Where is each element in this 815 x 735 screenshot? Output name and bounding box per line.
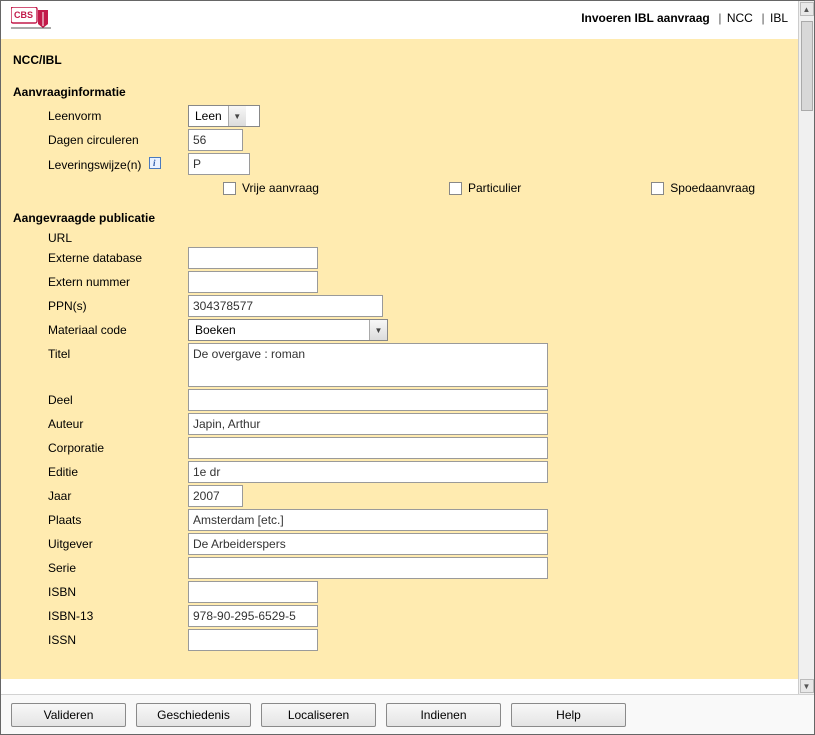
label-deel: Deel — [13, 393, 188, 407]
leveringswijze-input[interactable] — [188, 153, 250, 175]
jaar-input[interactable] — [188, 485, 243, 507]
dagen-circuleren-input[interactable] — [188, 129, 243, 151]
checkbox-box — [651, 182, 664, 195]
uitgever-input[interactable] — [188, 533, 548, 555]
label-corporatie: Corporatie — [13, 441, 188, 455]
label-materiaal-code: Materiaal code — [13, 323, 188, 337]
issn-input[interactable] — [188, 629, 318, 651]
label-ppns: PPN(s) — [13, 299, 188, 313]
label-jaar: Jaar — [13, 489, 188, 503]
corporatie-input[interactable] — [188, 437, 548, 459]
valideren-button[interactable]: Valideren — [11, 703, 126, 727]
breadcrumb-active: Invoeren IBL aanvraag — [581, 11, 710, 25]
section-publicatie-title: Aangevraagde publicatie — [13, 211, 786, 225]
label-leenvorm: Leenvorm — [13, 109, 188, 123]
cbs-logo-icon: CBS — [11, 7, 51, 29]
checkbox-box — [449, 182, 462, 195]
label-leveringswijze: Leveringswijze(n) i — [13, 157, 188, 172]
checkbox-box — [223, 182, 236, 195]
materiaal-code-select[interactable]: Boeken ▼ — [188, 319, 388, 341]
app-window: CBS Invoeren IBL aanvraag | NCC | IBL NC — [0, 0, 815, 735]
label-plaats: Plaats — [13, 513, 188, 527]
leenvorm-select[interactable]: Leen ▼ — [188, 105, 260, 127]
indienen-button[interactable]: Indienen — [386, 703, 501, 727]
isbn13-input[interactable] — [188, 605, 318, 627]
panel-title: NCC/IBL — [13, 53, 786, 67]
breadcrumb-link-ibl[interactable]: IBL — [770, 11, 788, 25]
geschiedenis-button[interactable]: Geschiedenis — [136, 703, 251, 727]
label-uitgever: Uitgever — [13, 537, 188, 551]
breadcrumb: Invoeren IBL aanvraag | NCC | IBL — [581, 7, 788, 25]
checkbox-vrije-aanvraag[interactable]: Vrije aanvraag — [223, 181, 319, 195]
titel-textarea[interactable] — [188, 343, 548, 387]
label-titel: Titel — [13, 343, 188, 361]
extern-nummer-input[interactable] — [188, 271, 318, 293]
label-dagen-circuleren: Dagen circuleren — [13, 133, 188, 147]
chevron-down-icon: ▼ — [228, 106, 246, 126]
scroll-thumb[interactable] — [801, 21, 813, 111]
help-button[interactable]: Help — [511, 703, 626, 727]
label-auteur: Auteur — [13, 417, 188, 431]
localiseren-button[interactable]: Localiseren — [261, 703, 376, 727]
auteur-input[interactable] — [188, 413, 548, 435]
scroll-down-arrow-icon[interactable]: ▼ — [800, 679, 814, 693]
label-extern-nummer: Extern nummer — [13, 275, 188, 289]
scroll-up-arrow-icon[interactable]: ▲ — [800, 2, 814, 16]
externe-database-input[interactable] — [188, 247, 318, 269]
isbn-input[interactable] — [188, 581, 318, 603]
label-url: URL — [13, 231, 188, 245]
plaats-input[interactable] — [188, 509, 548, 531]
checkbox-particulier[interactable]: Particulier — [449, 181, 521, 195]
label-isbn: ISBN — [13, 585, 188, 599]
chevron-down-icon: ▼ — [369, 320, 387, 340]
serie-input[interactable] — [188, 557, 548, 579]
vertical-scrollbar[interactable]: ▲ ▼ — [798, 1, 814, 694]
section-aanvraaginformatie-title: Aanvraaginformatie — [13, 85, 786, 99]
checkbox-spoedaanvraag[interactable]: Spoedaanvraag — [651, 181, 755, 195]
label-serie: Serie — [13, 561, 188, 575]
label-editie: Editie — [13, 465, 188, 479]
info-icon[interactable]: i — [149, 157, 161, 169]
label-externe-database: Externe database — [13, 251, 188, 265]
editie-input[interactable] — [188, 461, 548, 483]
breadcrumb-link-ncc[interactable]: NCC — [727, 11, 753, 25]
button-bar: Valideren Geschiedenis Localiseren Indie… — [1, 694, 814, 734]
label-isbn13: ISBN-13 — [13, 609, 188, 623]
form-panel: NCC/IBL Aanvraaginformatie Leenvorm Leen… — [1, 39, 798, 679]
header: CBS Invoeren IBL aanvraag | NCC | IBL — [1, 1, 798, 39]
deel-input[interactable] — [188, 389, 548, 411]
label-issn: ISSN — [13, 633, 188, 647]
svg-text:CBS: CBS — [14, 10, 33, 20]
ppns-input[interactable] — [188, 295, 383, 317]
